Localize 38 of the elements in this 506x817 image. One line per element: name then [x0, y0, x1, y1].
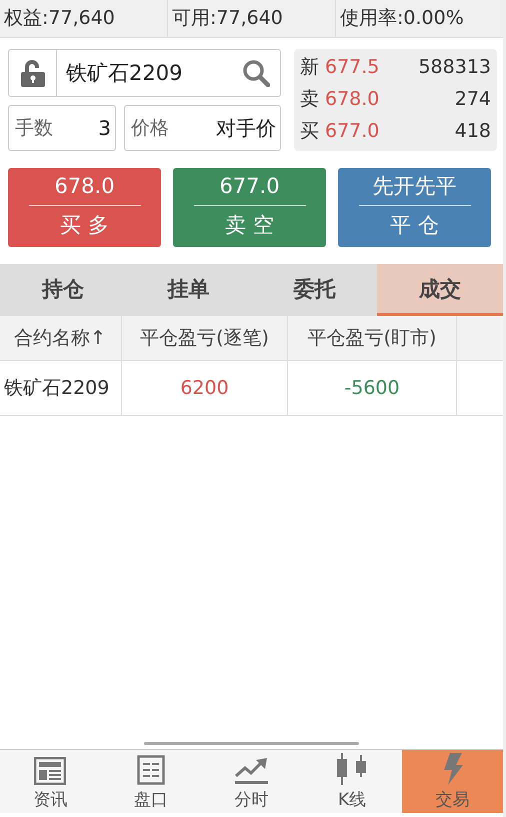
search-icon[interactable] [242, 59, 270, 87]
quote-price: 678.0 [325, 88, 380, 110]
price-field[interactable]: 价格 对手价 [124, 105, 281, 151]
quote-label: 买 [300, 119, 319, 144]
lightning-icon [442, 753, 464, 785]
nav-tab[interactable]: 盘口 [100, 750, 202, 813]
table-cell: -5600 [288, 361, 457, 415]
order-button[interactable]: 先开先平 平 仓 [338, 168, 491, 247]
tab[interactable]: 成交 [377, 264, 503, 316]
newspaper-icon [34, 757, 66, 785]
nav-tab[interactable]: 资讯 [0, 750, 101, 813]
quantity-field[interactable]: 手数 3 [8, 105, 116, 151]
account-stat: 可用:77,640 [168, 0, 336, 37]
quote-label: 新 [300, 55, 319, 80]
nav-tab[interactable]: 分时 [201, 750, 302, 813]
unlocked-padlock-icon [20, 59, 46, 87]
account-stat: 使用率:0.00% [339, 6, 465, 31]
account-stat: 权益:77,640 [0, 0, 168, 37]
quote-volume: 588313 [418, 56, 491, 78]
order-button[interactable]: 678.0 买 多 [8, 168, 161, 247]
quote-volume: 418 [454, 120, 491, 142]
contract-search-field[interactable]: 铁矿石2209 [8, 49, 281, 97]
quote-volume: 274 [454, 88, 491, 110]
tab[interactable]: 委托 [252, 264, 378, 316]
quote-price: 677.0 [325, 120, 380, 142]
tab[interactable]: 持仓 [0, 264, 126, 316]
table-cell: 铁矿石2209 [0, 361, 122, 415]
table-cell: 6200 [122, 361, 288, 415]
column-header[interactable]: 平仓盈亏(逐笔) [122, 316, 288, 360]
trend-chart-icon [234, 757, 268, 785]
column-header[interactable]: 合约名称↑ [0, 316, 122, 360]
order-button[interactable]: 677.0 卖 空 [173, 168, 326, 247]
quote-price: 677.5 [325, 56, 380, 78]
nav-tab[interactable]: K线 [302, 750, 402, 813]
column-header[interactable]: 平仓盈亏(盯市) [288, 316, 457, 360]
tab[interactable]: 挂单 [126, 264, 252, 316]
list-grid-icon [136, 755, 165, 785]
quote-label: 卖 [300, 87, 319, 112]
